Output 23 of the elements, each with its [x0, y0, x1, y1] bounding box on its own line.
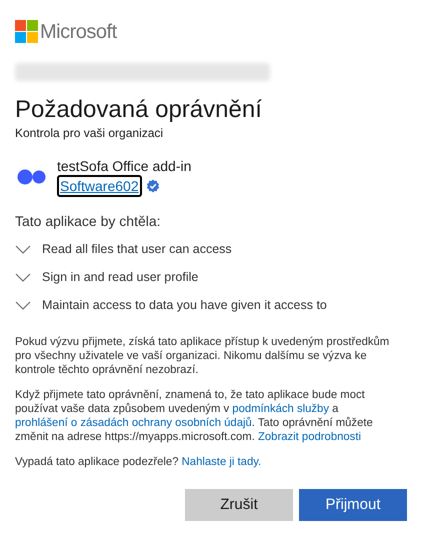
text-link[interactable]: Nahlaste ji tady.	[182, 456, 262, 468]
chevron-icon	[15, 272, 31, 282]
info-paragraph: Vypadá tato aplikace podezřele? Nahlaste ji tady.	[15, 455, 262, 469]
app-name: testSofa Office add-in	[57, 157, 192, 175]
text-link[interactable]: Zobrazit podrobnosti	[258, 431, 361, 443]
page-title: Požadovaná oprávnění	[15, 95, 263, 125]
chevron-icon	[15, 300, 31, 310]
text-link[interactable]: prohlášení o zásadách ochrany osobních údajů	[15, 417, 252, 429]
cancel-button[interactable]: Zrušit	[185, 489, 293, 521]
permission-item[interactable]: Maintain access to data you have given it access to	[15, 291, 413, 319]
publisher-link[interactable]: Software602	[57, 175, 142, 197]
accept-button[interactable]: Přijmout	[299, 489, 407, 521]
microsoft-logo-icon	[15, 20, 38, 43]
permission-item[interactable]: Sign in and read user profile	[15, 263, 413, 291]
permission-item[interactable]: Read all files that user can access	[15, 235, 413, 263]
text-link[interactable]: podmínkách služby	[232, 403, 329, 415]
brand-name: Microsoft	[40, 22, 117, 42]
subtitle: Kontrola pro vaši organizaci	[15, 125, 164, 141]
app-icon	[17, 169, 47, 185]
chevron-icon	[15, 244, 31, 254]
permissions-heading: Tato aplikace by chtěla:	[15, 212, 162, 231]
info-paragraph: Pokud výzvu přijmete, získá tato aplikace přístup k uvedeným prostředkům pro všechny uživatele ve vaší organizaci. Nikomu dalšímu se výzva ke kontrole těchto oprávnění nezobrazí.	[15, 335, 390, 377]
info-paragraph: Když přijmete tato oprávnění, znamená to, že tato aplikace bude moct používat vaše data způsobem uvedeným v podmínkách služby a prohlášení o zásadách ochrany osobních údajů. Tato oprávnění můžete změnit na adrese https://myapps.microsoft.com. Zobrazit podrobnosti	[15, 388, 374, 444]
